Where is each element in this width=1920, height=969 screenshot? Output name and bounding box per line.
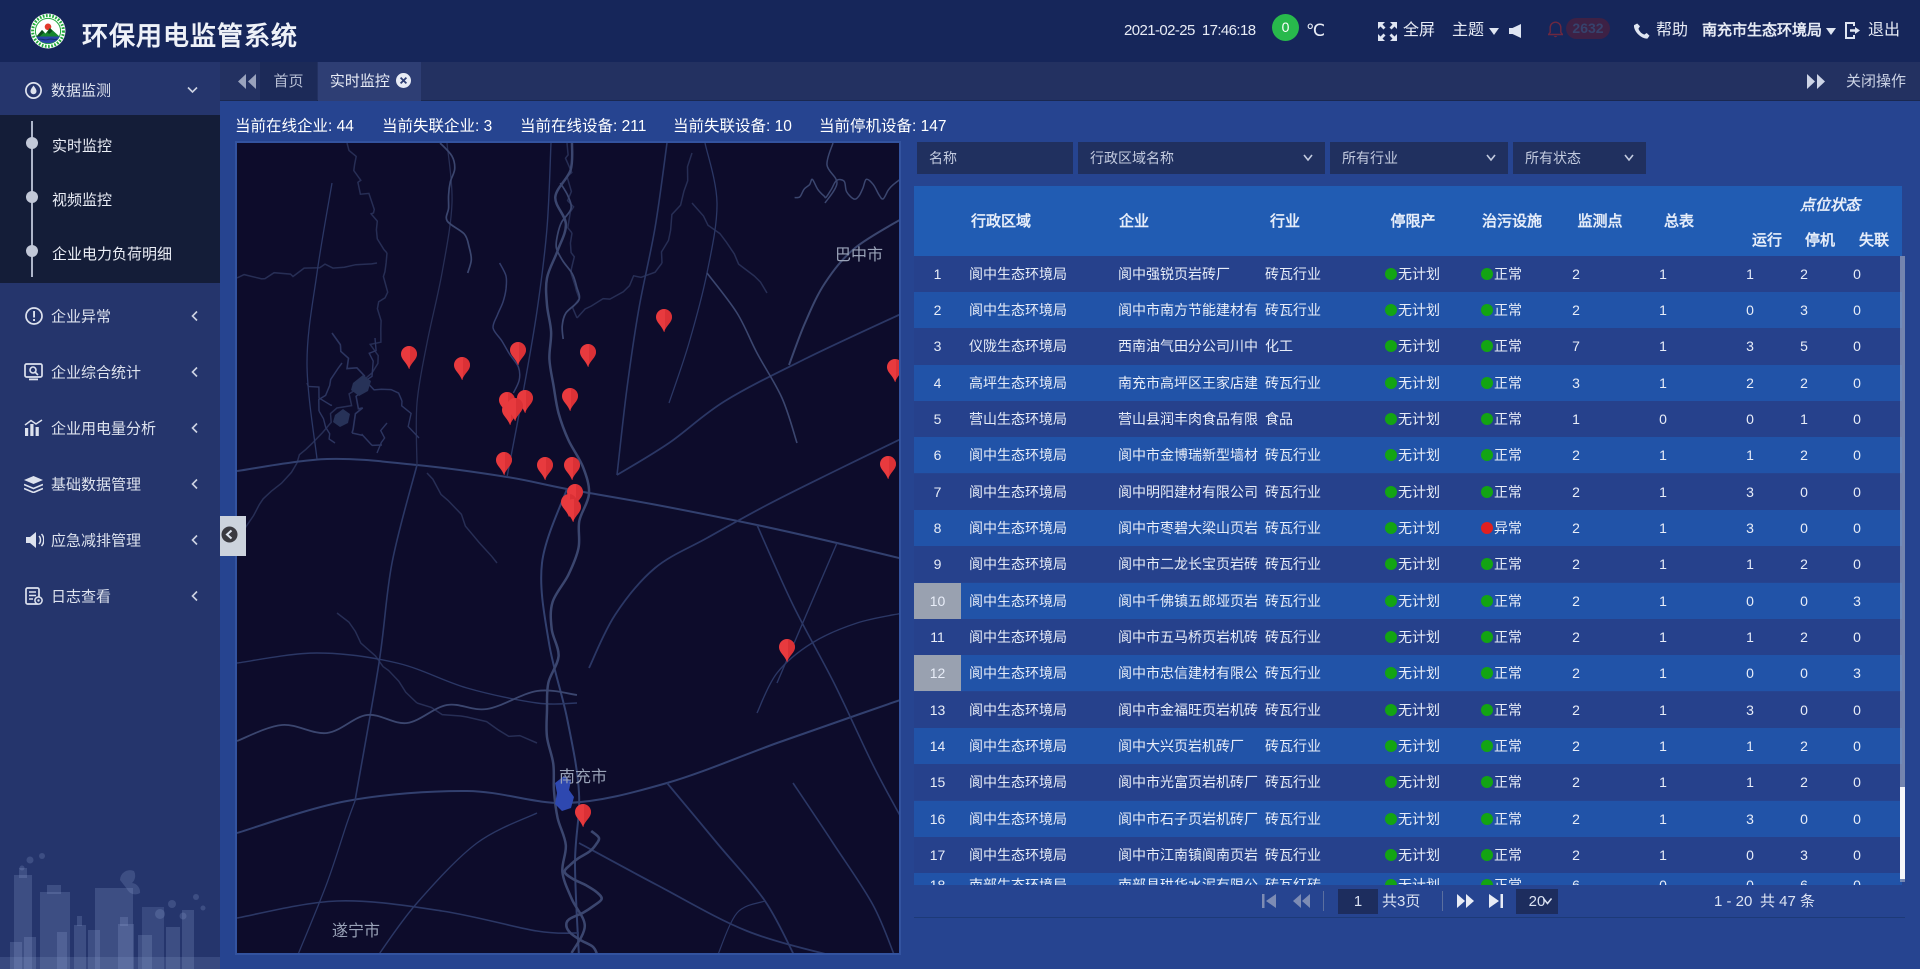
svg-text:遂宁市: 遂宁市 — [332, 922, 380, 940]
svg-text:南充市: 南充市 — [559, 768, 607, 786]
svg-text:巴中市: 巴中市 — [835, 246, 883, 264]
